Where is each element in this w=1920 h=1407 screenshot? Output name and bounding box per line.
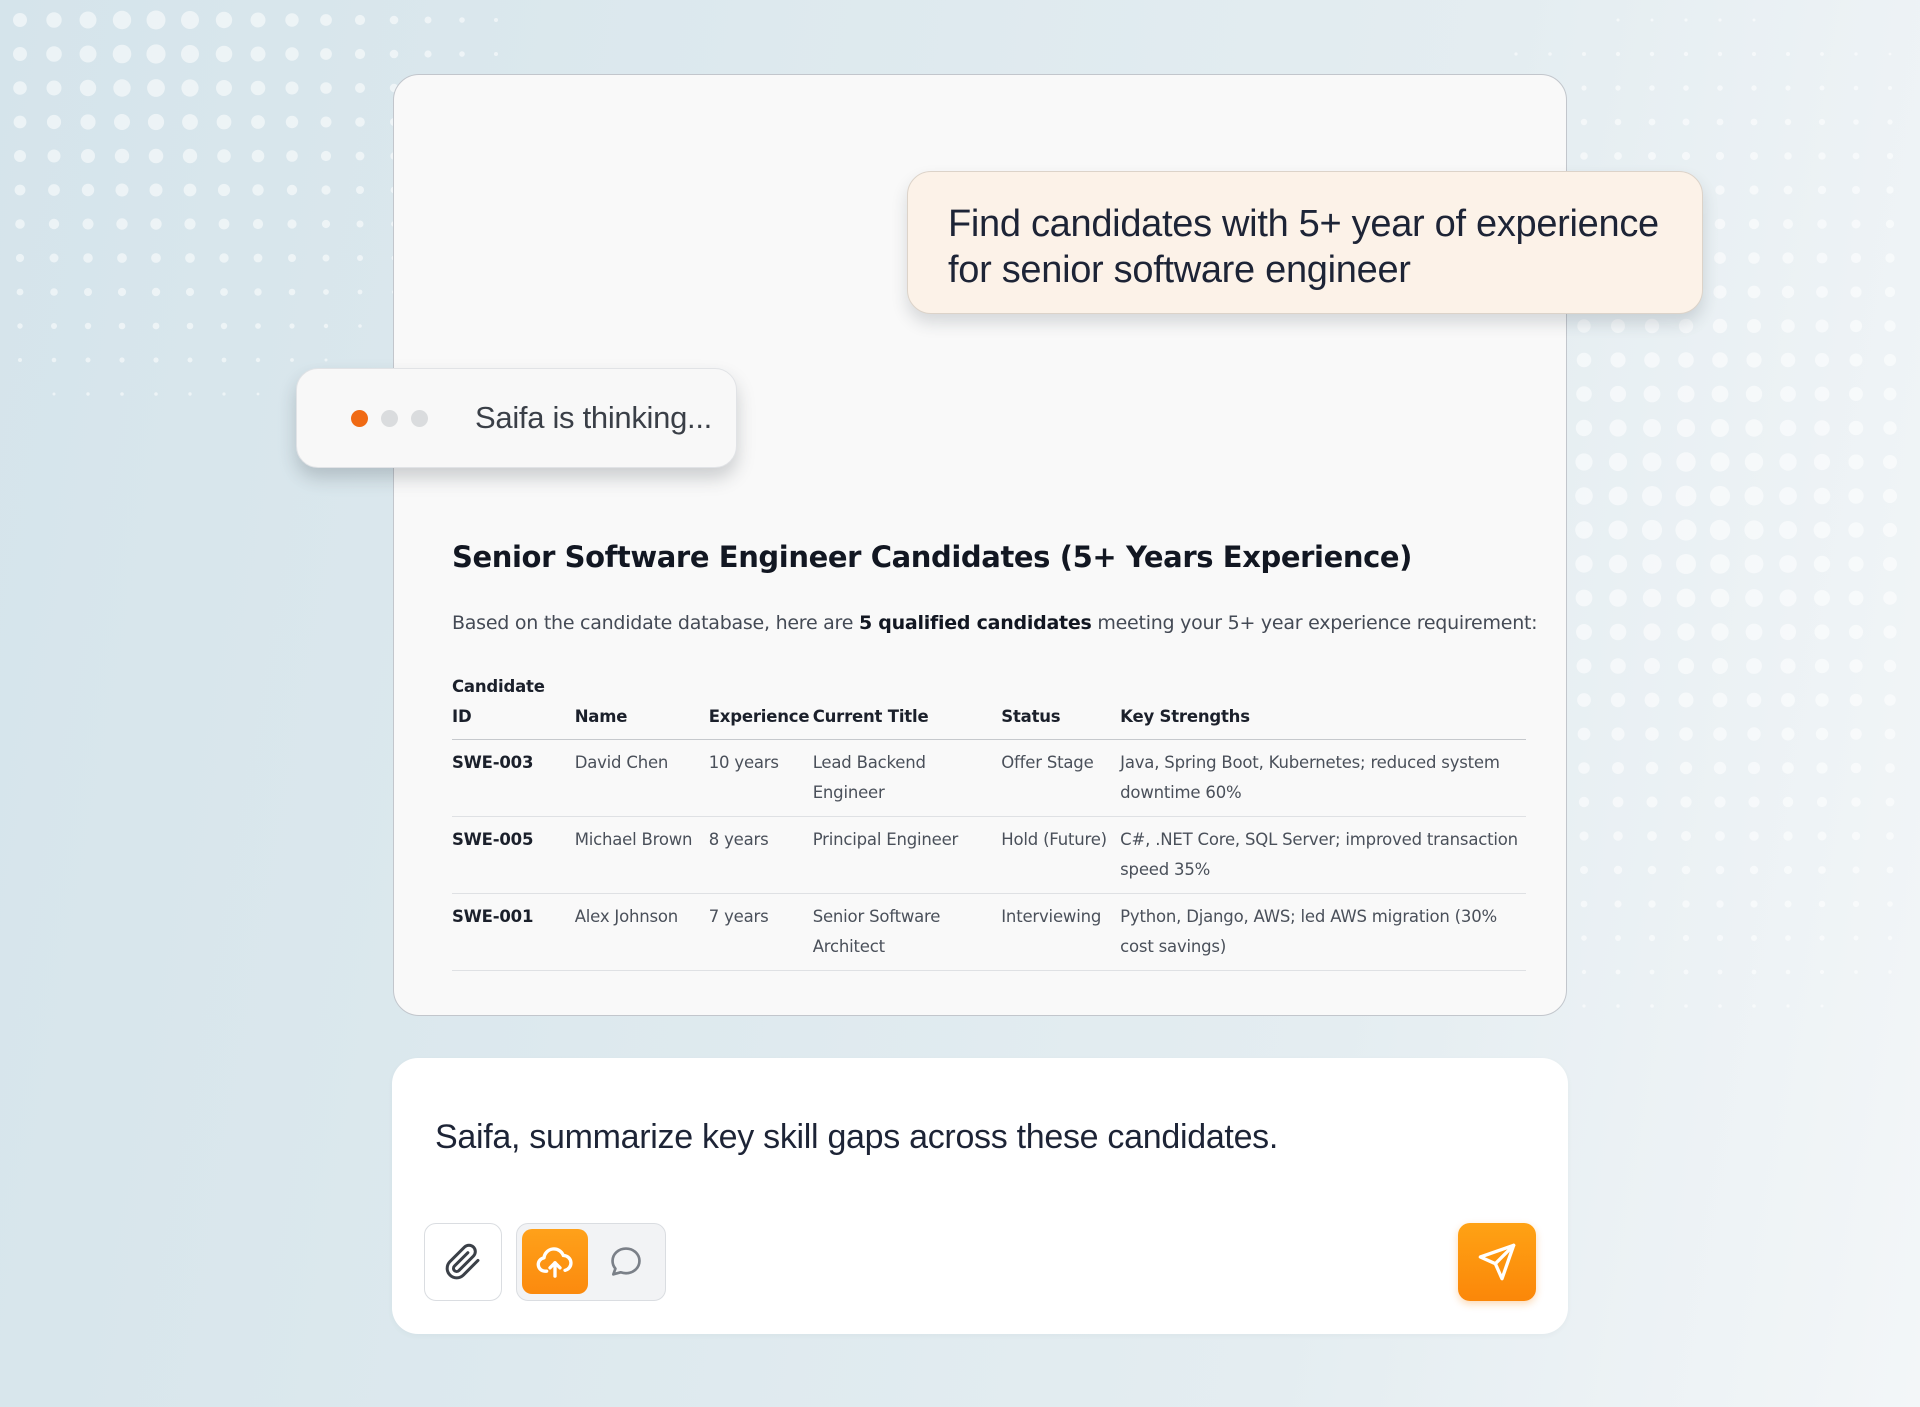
cell-key-strengths: C#, .NET Core, SQL Server; improved tran… — [1120, 816, 1526, 894]
cell-candidate-id: SWE-003 — [452, 739, 575, 817]
table-header-row: Candidate ID Name Experience Current Tit… — [452, 672, 1526, 740]
cloud-upload-icon — [536, 1246, 573, 1278]
cell-experience: 10 years — [708, 739, 813, 817]
send-icon — [1478, 1243, 1516, 1281]
result-title: Senior Software Engineer Candidates (5+ … — [452, 540, 1413, 574]
thinking-indicator: Saifa is thinking... — [296, 368, 737, 468]
typing-dot-icon — [381, 410, 398, 427]
cell-current-title: Lead Backend Engineer — [812, 739, 1002, 817]
user-prompt-text: Find candidates with 5+ year of experien… — [948, 203, 1659, 291]
column-header-candidate-id: Candidate ID — [452, 672, 575, 740]
cell-status: Interviewing — [1001, 893, 1121, 971]
typing-dot-icon — [351, 410, 368, 427]
send-button[interactable] — [1458, 1223, 1536, 1301]
intro-text: meeting your 5+ year experience requirem… — [1091, 612, 1538, 634]
cloud-mode-button[interactable] — [522, 1229, 588, 1294]
cell-name: Alex Johnson — [574, 893, 709, 971]
chat-mode-button[interactable] — [593, 1229, 659, 1294]
thinking-text: Saifa is thinking... — [475, 400, 712, 435]
cell-candidate-id: SWE-001 — [452, 893, 575, 971]
mode-toggle — [516, 1223, 666, 1301]
cell-name: Michael Brown — [574, 816, 709, 894]
intro-highlight: 5 qualified candidates — [858, 612, 1092, 634]
cell-experience: 8 years — [708, 816, 813, 894]
table-row: SWE-001 Alex Johnson 7 years Senior Soft… — [452, 893, 1526, 971]
cell-status: Hold (Future) — [1001, 816, 1121, 894]
column-header-experience: Experience — [708, 672, 813, 740]
cell-key-strengths: Java, Spring Boot, Kubernetes; reduced s… — [1120, 739, 1526, 817]
cell-key-strengths: Python, Django, AWS; led AWS migration (… — [1120, 893, 1526, 971]
chat-bubble-icon — [611, 1246, 641, 1276]
cell-candidate-id: SWE-005 — [452, 816, 575, 894]
typing-dot-icon — [411, 410, 428, 427]
table-row: SWE-003 David Chen 10 years Lead Backend… — [452, 739, 1526, 817]
cell-experience: 7 years — [708, 893, 813, 971]
cell-current-title: Senior Software Architect — [812, 893, 1002, 971]
paperclip-icon — [445, 1243, 480, 1280]
message-composer: Saifa, summarize key skill gaps across t… — [392, 1058, 1568, 1334]
attach-button[interactable] — [424, 1223, 502, 1301]
table-row: SWE-005 Michael Brown 8 years Principal … — [452, 816, 1526, 894]
column-header-status: Status — [1001, 672, 1121, 740]
candidates-table: Candidate ID Name Experience Current Tit… — [452, 672, 1526, 971]
user-prompt-bubble: Find candidates with 5+ year of experien… — [907, 171, 1703, 314]
message-input[interactable]: Saifa, summarize key skill gaps across t… — [435, 1116, 1278, 1158]
cell-current-title: Principal Engineer — [812, 816, 1002, 894]
column-header-current-title: Current Title — [812, 672, 1002, 740]
result-intro: Based on the candidate database, here ar… — [452, 610, 1538, 636]
cell-name: David Chen — [574, 739, 709, 817]
column-header-name: Name — [574, 672, 709, 740]
intro-text: Based on the candidate database, here ar… — [452, 612, 859, 634]
cell-status: Offer Stage — [1001, 739, 1121, 817]
column-header-key-strengths: Key Strengths — [1120, 672, 1526, 740]
